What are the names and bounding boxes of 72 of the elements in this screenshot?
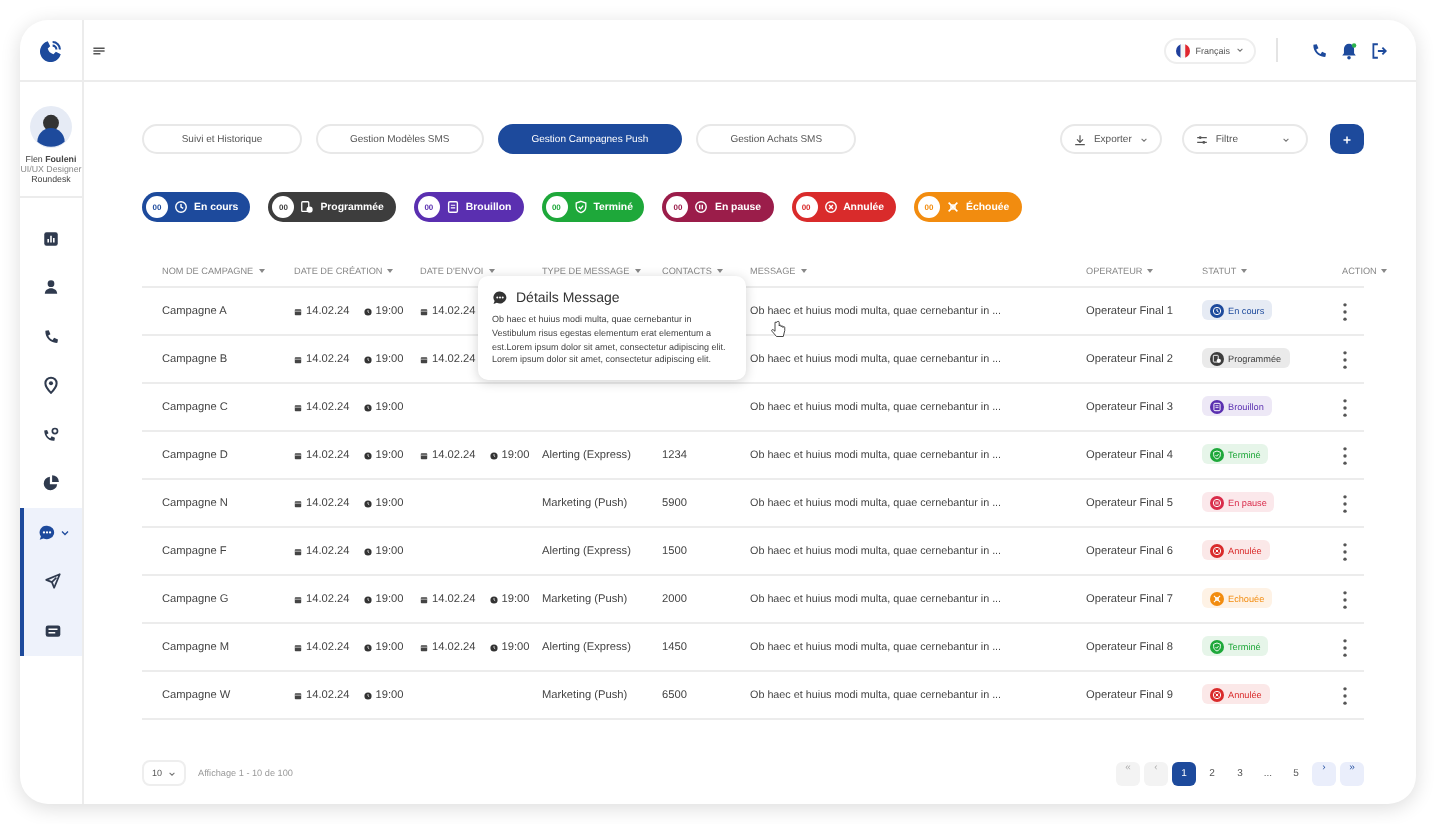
more-icon[interactable] [1342, 493, 1348, 513]
add-button[interactable] [1330, 124, 1364, 154]
calendar-icon [420, 307, 428, 315]
sort-caret-icon[interactable] [799, 267, 808, 273]
clock-icon [363, 691, 372, 699]
more-icon[interactable] [1342, 589, 1348, 609]
calendar-icon [294, 643, 302, 651]
shield-check-icon [573, 200, 588, 214]
clock-icon [363, 643, 372, 651]
more-icon[interactable] [1342, 349, 1348, 369]
more-icon[interactable] [1342, 637, 1348, 657]
calendar-icon [294, 499, 302, 507]
clock-icon [363, 355, 372, 363]
clock-icon [489, 643, 498, 651]
calendar-icon [420, 595, 428, 603]
chevron-icon [1282, 135, 1290, 143]
chevron-icon [168, 769, 177, 777]
logo-icon [38, 37, 64, 63]
more-icon[interactable] [1342, 397, 1348, 417]
calendar-icon [294, 547, 302, 555]
phone-settings-icon [42, 425, 60, 444]
flag-icon [1175, 43, 1190, 57]
download-icon [1073, 133, 1086, 145]
logout-icon[interactable] [1370, 41, 1388, 59]
sliders-icon [1195, 133, 1208, 145]
clock-icon [363, 499, 372, 507]
clock-icon [363, 595, 372, 603]
chevron-icon [1139, 135, 1148, 143]
clock-icon [363, 403, 372, 411]
clock-icon [363, 451, 372, 459]
avatar [30, 106, 72, 148]
user-icon [42, 278, 60, 297]
chat-icon [37, 523, 55, 542]
sms-icon [44, 621, 62, 640]
more-icon[interactable] [1342, 685, 1348, 705]
pie-chart-icon [42, 474, 60, 493]
chevron-icon [1236, 46, 1244, 54]
hand-cursor-icon [770, 320, 786, 338]
calendar-icon [294, 403, 302, 411]
more-icon[interactable] [1342, 301, 1348, 321]
chart-icon [42, 229, 60, 248]
phone-icon[interactable] [1310, 41, 1328, 59]
sort-caret-icon[interactable] [386, 267, 395, 273]
document-icon [445, 200, 460, 214]
calendar-icon [420, 643, 428, 651]
clock-icon [174, 200, 188, 214]
pause-icon [694, 200, 709, 214]
sort-caret-icon[interactable] [1240, 267, 1249, 273]
calendar-icon [420, 451, 428, 459]
calendar-icon [294, 691, 302, 699]
send-icon [44, 572, 62, 591]
calendar-icon [420, 355, 428, 363]
calendar-icon [294, 451, 302, 459]
phone-icon [42, 327, 60, 346]
more-icon[interactable] [1342, 541, 1348, 561]
map-pin-icon [42, 376, 60, 395]
sort-caret-icon[interactable] [257, 267, 266, 273]
chat-icon [492, 290, 508, 306]
calendar-icon [294, 307, 302, 315]
clock-icon [489, 595, 498, 603]
menu-icon[interactable] [92, 43, 106, 57]
bell-icon[interactable] [1340, 41, 1358, 59]
plus-icon [1342, 133, 1352, 145]
clock-icon [363, 307, 372, 315]
clock-icon [363, 547, 372, 555]
sort-caret-icon[interactable] [1146, 267, 1155, 273]
calendar-icon [294, 355, 302, 363]
cancel-icon [823, 200, 838, 214]
calendar-icon [294, 595, 302, 603]
clock-icon [489, 451, 498, 459]
more-icon[interactable] [1342, 445, 1348, 465]
sort-caret-icon[interactable] [1380, 267, 1389, 273]
